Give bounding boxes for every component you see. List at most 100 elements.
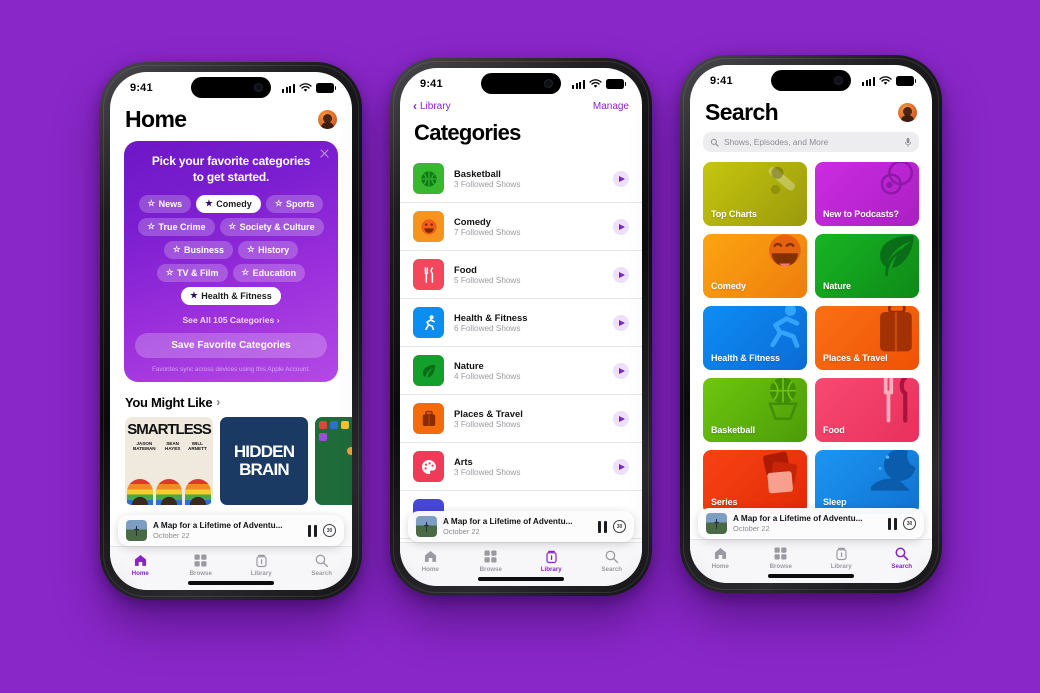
home-icon xyxy=(713,546,728,561)
host-name: WILL ARNETT xyxy=(188,440,207,452)
table-row[interactable]: Health & Fitness 6 Followed Shows xyxy=(400,299,642,347)
chip-health-fitness[interactable]: ★ Health & Fitness xyxy=(181,286,281,305)
category-name: Nature xyxy=(454,359,484,371)
table-row[interactable]: Basketball 3 Followed Shows xyxy=(400,155,642,203)
page-title: Categories xyxy=(414,120,521,145)
tab-library[interactable]: Library xyxy=(235,553,287,577)
chip-true-crime[interactable]: ☆ True Crime xyxy=(138,217,215,236)
tile-health-fitness[interactable]: Health & Fitness xyxy=(703,306,807,370)
mini-player[interactable]: A Map for a Lifetime of Adventu... Octob… xyxy=(118,515,344,546)
star-outline-icon: ☆ xyxy=(228,221,237,232)
tab-home[interactable]: Home xyxy=(694,546,746,570)
mini-player-artwork xyxy=(126,520,147,541)
table-row[interactable]: Food 5 Followed Shows xyxy=(400,251,642,299)
mini-player[interactable]: A Map for a Lifetime of Adventu... Octob… xyxy=(698,508,924,539)
search-icon xyxy=(314,553,329,568)
pause-icon[interactable] xyxy=(888,517,897,530)
home-indicator xyxy=(478,577,564,581)
skip-forward-30-icon[interactable]: 30 xyxy=(903,517,916,530)
tab-search[interactable]: Search xyxy=(586,549,638,573)
grid-icon xyxy=(483,549,498,564)
tab-library[interactable]: Library xyxy=(815,546,867,570)
tile-places-travel[interactable]: Places & Travel xyxy=(815,306,919,370)
tile-food[interactable]: Food xyxy=(815,378,919,442)
table-row[interactable]: Comedy 7 Followed Shows xyxy=(400,203,642,251)
chip-sports[interactable]: ☆ Sports xyxy=(265,194,324,213)
host-name: JASON BATEMAN xyxy=(132,440,156,452)
chip-history[interactable]: ☆ History xyxy=(238,240,299,259)
category-name: Food xyxy=(454,263,477,275)
phone-device-search: 9:41 Search Shows, Episodes, and More To… xyxy=(680,55,942,593)
podcast-artwork-smartless[interactable]: SMARTLESS JASON BATEMAN SEAN HAYES WILL … xyxy=(125,416,213,505)
tab-browse[interactable]: Browse xyxy=(175,553,227,577)
runner-icon xyxy=(413,307,444,338)
podcast-artwork-third[interactable] xyxy=(315,416,352,505)
tile-nature[interactable]: Nature xyxy=(815,234,919,298)
tab-label: Library xyxy=(250,569,272,577)
play-button[interactable] xyxy=(613,458,629,475)
star-outline-icon: ☆ xyxy=(247,244,255,255)
tab-library[interactable]: Library xyxy=(525,549,577,573)
chip-tv-film[interactable]: ☆ TV & Film xyxy=(156,263,228,282)
mini-player[interactable]: A Map for a Lifetime of Adventu... Octob… xyxy=(408,511,634,542)
tile-basketball[interactable]: Basketball xyxy=(703,378,807,442)
chip-society-culture[interactable]: ☆ Society & Culture xyxy=(219,217,324,236)
cellular-signal-icon xyxy=(281,83,295,93)
search-icon xyxy=(710,138,719,147)
category-subtitle: 3 Followed Shows xyxy=(454,468,521,478)
tile-top-charts[interactable]: Top Charts xyxy=(703,162,807,226)
chip-education[interactable]: ☆ Education xyxy=(232,263,306,282)
see-all-categories-link[interactable]: See All 105 Categories › xyxy=(135,315,327,325)
category-name: Basketball xyxy=(454,167,501,179)
avatar[interactable] xyxy=(318,110,337,129)
chip-business[interactable]: ☆ Business xyxy=(163,240,233,259)
tab-search[interactable]: Search xyxy=(876,546,928,570)
tab-home[interactable]: Home xyxy=(404,549,456,573)
you-might-like-header[interactable]: You Might Like › xyxy=(110,382,352,417)
podcast-carousel[interactable]: SMARTLESS JASON BATEMAN SEAN HAYES WILL … xyxy=(110,416,352,505)
play-button[interactable] xyxy=(613,170,629,187)
home-indicator xyxy=(768,574,854,578)
skip-forward-30-icon[interactable]: 30 xyxy=(323,524,336,537)
play-button[interactable] xyxy=(613,218,629,235)
dynamic-island xyxy=(481,73,561,94)
avatar[interactable] xyxy=(898,103,917,122)
microphone-icon[interactable] xyxy=(904,137,912,148)
chip-comedy[interactable]: ★ Comedy xyxy=(196,194,261,213)
search-input[interactable]: Shows, Episodes, and More xyxy=(703,132,919,152)
star-filled-icon: ★ xyxy=(190,290,198,301)
tile-label: Top Charts xyxy=(711,209,757,219)
suitcase-icon xyxy=(867,306,919,356)
tab-browse[interactable]: Browse xyxy=(755,546,807,570)
tab-browse[interactable]: Browse xyxy=(465,549,517,573)
tab-label: Library xyxy=(830,562,852,570)
moon-icon xyxy=(867,450,919,500)
play-button[interactable] xyxy=(613,314,629,331)
tab-search[interactable]: Search xyxy=(296,553,348,577)
suitcase-icon xyxy=(413,403,444,434)
close-icon[interactable] xyxy=(319,148,330,159)
manage-button[interactable]: Manage xyxy=(593,101,629,112)
host-name: SEAN HAYES xyxy=(164,440,181,452)
tile-comedy[interactable]: Comedy xyxy=(703,234,807,298)
podcast-artwork-hidden-brain[interactable]: HIDDEN BRAIN xyxy=(220,416,308,505)
tile-new-to-podcasts[interactable]: New to Podcasts? xyxy=(815,162,919,226)
play-button[interactable] xyxy=(613,410,629,427)
tab-home[interactable]: Home xyxy=(114,553,166,577)
skip-forward-30-icon[interactable]: 30 xyxy=(613,520,626,533)
pause-icon[interactable] xyxy=(308,524,317,537)
tile-sleep[interactable]: Sleep xyxy=(815,450,919,514)
table-row[interactable]: Nature 4 Followed Shows xyxy=(400,347,642,395)
tile-series[interactable]: Series xyxy=(703,450,807,514)
mini-player-subtitle: October 22 xyxy=(443,527,480,536)
save-favorite-categories-button[interactable]: Save Favorite Categories xyxy=(135,332,327,358)
table-row[interactable]: Places & Travel 3 Followed Shows xyxy=(400,395,642,443)
play-button[interactable] xyxy=(613,266,629,283)
back-button[interactable]: ‹ Library xyxy=(413,99,451,113)
star-filled-icon: ★ xyxy=(205,198,213,209)
tile-label: Health & Fitness xyxy=(711,353,780,363)
table-row[interactable]: Arts 3 Followed Shows xyxy=(400,443,642,491)
pause-icon[interactable] xyxy=(598,520,607,533)
play-button[interactable] xyxy=(613,362,629,379)
chip-news[interactable]: ☆ News xyxy=(138,194,192,213)
